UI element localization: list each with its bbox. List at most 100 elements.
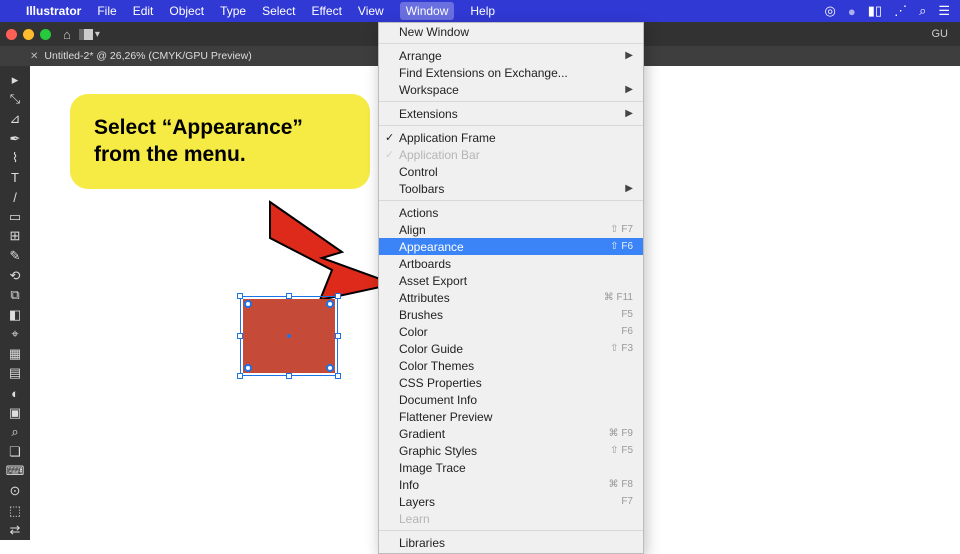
tool-12[interactable]: ◧ xyxy=(0,305,30,325)
menu-effect[interactable]: Effect xyxy=(311,4,341,18)
menu-item-brushes[interactable]: BrushesF5 xyxy=(379,306,643,323)
tool-21[interactable]: ⊙ xyxy=(0,481,30,501)
battery-icon[interactable]: ▮▯ xyxy=(868,3,882,19)
center-point[interactable] xyxy=(287,334,291,338)
tool-18[interactable]: ⌕ xyxy=(0,422,30,442)
resize-handle[interactable] xyxy=(237,293,243,299)
tool-19[interactable]: ❏ xyxy=(0,442,30,462)
tool-6[interactable]: / xyxy=(0,187,30,207)
tool-0[interactable]: ▸ xyxy=(0,70,30,90)
menu-edit[interactable]: Edit xyxy=(133,4,154,18)
anchor-point[interactable] xyxy=(326,300,334,308)
menu-item-label: Image Trace xyxy=(399,461,633,475)
menu-item-layers[interactable]: LayersF7 xyxy=(379,493,643,510)
menu-item-label: Gradient xyxy=(399,427,609,441)
menu-item-arrange[interactable]: Arrange▶ xyxy=(379,47,643,64)
menu-type[interactable]: Type xyxy=(220,4,246,18)
menu-item-image-trace[interactable]: Image Trace xyxy=(379,459,643,476)
submenu-arrow-icon: ▶ xyxy=(625,50,633,61)
menu-item-flattener-preview[interactable]: Flattener Preview xyxy=(379,408,643,425)
tool-14[interactable]: ▦ xyxy=(0,344,30,364)
menu-item-artboards[interactable]: Artboards xyxy=(379,255,643,272)
tool-11[interactable]: ⧉ xyxy=(0,285,30,305)
tool-10[interactable]: ⟲ xyxy=(0,266,30,286)
menu-item-appearance[interactable]: Appearance⇧ F6 xyxy=(379,238,643,255)
close-tab-icon[interactable]: ✕ xyxy=(30,51,38,62)
menu-item-color[interactable]: ColorF6 xyxy=(379,323,643,340)
menu-item-find-extensions-on-exchange-[interactable]: Find Extensions on Exchange... xyxy=(379,64,643,81)
menu-item-toolbars[interactable]: Toolbars▶ xyxy=(379,180,643,197)
menu-item-actions[interactable]: Actions xyxy=(379,204,643,221)
menu-item-new-window[interactable]: New Window xyxy=(379,23,643,40)
tool-1[interactable]: ⤡ xyxy=(0,90,30,110)
traffic-lights[interactable] xyxy=(6,29,51,40)
tool-3[interactable]: ✒ xyxy=(0,129,30,149)
menu-item-align[interactable]: Align⇧ F7 xyxy=(379,221,643,238)
tool-17[interactable]: ▣ xyxy=(0,403,30,423)
submenu-arrow-icon: ▶ xyxy=(625,183,633,194)
menu-item-label: Artboards xyxy=(399,257,633,271)
selected-shape[interactable] xyxy=(240,296,338,376)
home-icon[interactable]: ⌂ xyxy=(63,27,71,42)
menu-item-learn: Learn xyxy=(379,510,643,527)
resize-handle[interactable] xyxy=(286,373,292,379)
anchor-point[interactable] xyxy=(326,364,334,372)
menu-item-libraries[interactable]: Libraries xyxy=(379,534,643,551)
menu-item-workspace[interactable]: Workspace▶ xyxy=(379,81,643,98)
resize-handle[interactable] xyxy=(335,293,341,299)
resize-handle[interactable] xyxy=(237,333,243,339)
spotlight-icon[interactable]: ⌕ xyxy=(919,3,926,19)
workspace-label[interactable]: GU xyxy=(932,28,949,40)
tool-9[interactable]: ✎ xyxy=(0,246,30,266)
maximize-window-icon[interactable] xyxy=(40,29,51,40)
menu-item-graphic-styles[interactable]: Graphic Styles⇧ F5 xyxy=(379,442,643,459)
menu-item-info[interactable]: Info⌘ F8 xyxy=(379,476,643,493)
tool-15[interactable]: ▤ xyxy=(0,364,30,384)
menu-item-asset-export[interactable]: Asset Export xyxy=(379,272,643,289)
menu-item-color-themes[interactable]: Color Themes xyxy=(379,357,643,374)
tool-8[interactable]: ⊞ xyxy=(0,227,30,247)
menu-item-application-frame[interactable]: ✓Application Frame xyxy=(379,129,643,146)
layout-switcher[interactable]: ▾ xyxy=(79,29,100,40)
anchor-point[interactable] xyxy=(244,300,252,308)
wifi-icon[interactable]: ⋰ xyxy=(894,3,907,19)
menu-file[interactable]: File xyxy=(97,4,116,18)
tool-20[interactable]: ⌨ xyxy=(0,462,30,482)
menu-view[interactable]: View xyxy=(358,4,384,18)
menu-window[interactable]: Window xyxy=(400,2,455,20)
chevron-down-icon: ▾ xyxy=(95,29,100,40)
close-window-icon[interactable] xyxy=(6,29,17,40)
menu-item-extensions[interactable]: Extensions▶ xyxy=(379,105,643,122)
tool-23[interactable]: ⇄ xyxy=(0,520,30,540)
tools-panel: ▸⤡⊿✒⌇T/▭⊞✎⟲⧉◧⌖▦▤◐▣⌕❏⌨⊙⬚⇄ xyxy=(0,66,30,540)
resize-handle[interactable] xyxy=(237,373,243,379)
document-tab[interactable]: ✕ Untitled-2* @ 26,26% (CMYK/GPU Preview… xyxy=(30,50,252,62)
tool-22[interactable]: ⬚ xyxy=(0,501,30,521)
tool-5[interactable]: T xyxy=(0,168,30,188)
menu-item-color-guide[interactable]: Color Guide⇧ F3 xyxy=(379,340,643,357)
resize-handle[interactable] xyxy=(286,293,292,299)
menu-item-gradient[interactable]: Gradient⌘ F9 xyxy=(379,425,643,442)
menu-object[interactable]: Object xyxy=(169,4,204,18)
menu-item-attributes[interactable]: Attributes⌘ F11 xyxy=(379,289,643,306)
menu-item-css-properties[interactable]: CSS Properties xyxy=(379,374,643,391)
menu-item-label: Actions xyxy=(399,206,633,220)
tool-16[interactable]: ◐ xyxy=(0,383,30,403)
creative-cloud-icon[interactable]: ◎ xyxy=(825,3,836,19)
menu-help[interactable]: Help xyxy=(470,4,495,18)
user-icon[interactable]: ● xyxy=(848,4,856,19)
anchor-point[interactable] xyxy=(244,364,252,372)
resize-handle[interactable] xyxy=(335,333,341,339)
tool-4[interactable]: ⌇ xyxy=(0,148,30,168)
menu-item-control[interactable]: Control xyxy=(379,163,643,180)
tool-2[interactable]: ⊿ xyxy=(0,109,30,129)
resize-handle[interactable] xyxy=(335,373,341,379)
tool-13[interactable]: ⌖ xyxy=(0,325,30,345)
menu-item-document-info[interactable]: Document Info xyxy=(379,391,643,408)
tool-7[interactable]: ▭ xyxy=(0,207,30,227)
app-menu[interactable]: Illustrator xyxy=(26,4,81,18)
menu-item-label: Color Guide xyxy=(399,342,610,356)
minimize-window-icon[interactable] xyxy=(23,29,34,40)
control-center-icon[interactable]: ☰ xyxy=(938,3,950,19)
menu-select[interactable]: Select xyxy=(262,4,295,18)
